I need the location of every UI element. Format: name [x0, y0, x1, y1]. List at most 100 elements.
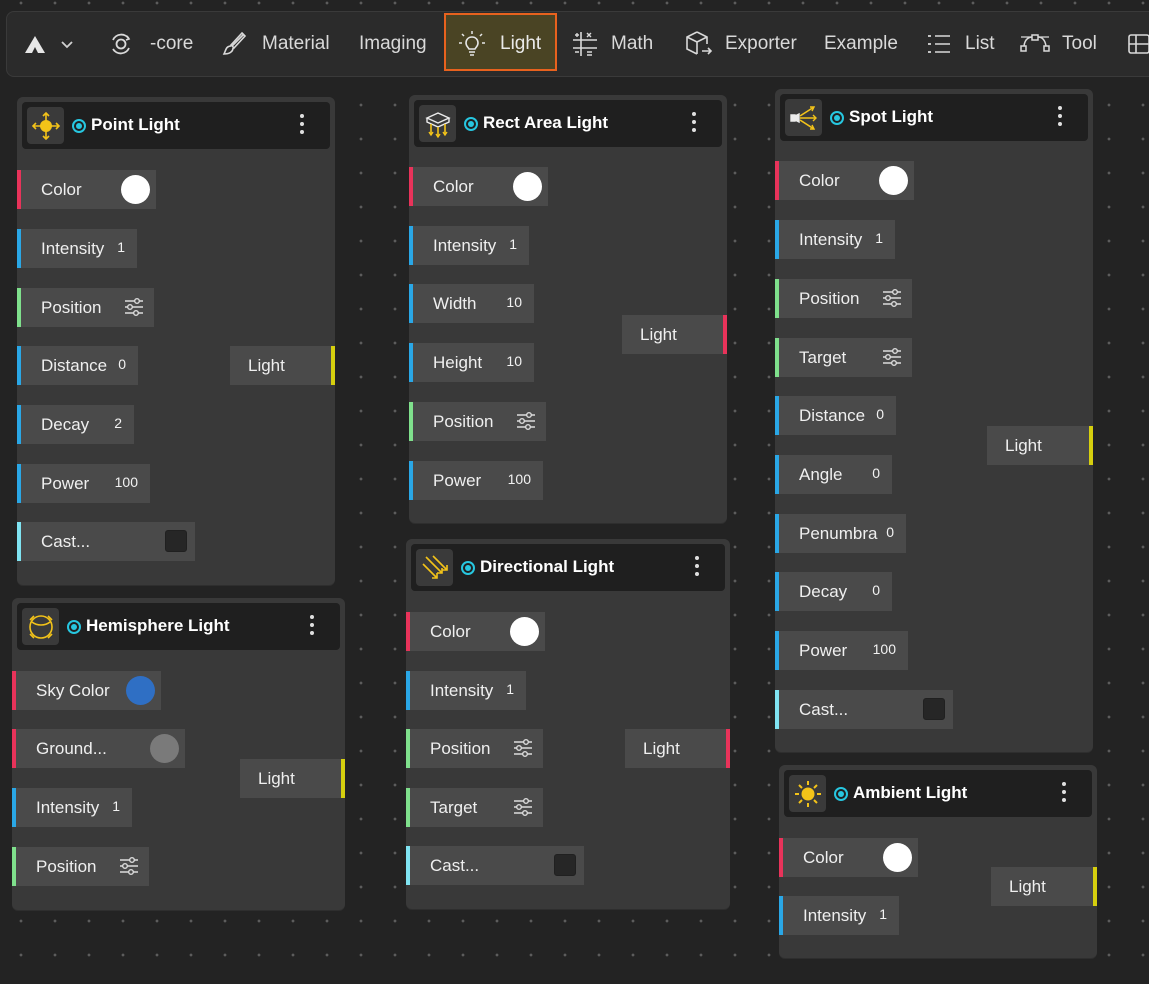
color-input[interactable]: Color [17, 170, 156, 209]
decay-value[interactable]: 0 [872, 582, 880, 598]
width-value[interactable]: 10 [506, 294, 522, 310]
distance-value[interactable]: 0 [118, 356, 126, 372]
light-output[interactable]: Light [991, 867, 1097, 906]
intensity-value[interactable]: 1 [112, 798, 120, 814]
tab-light[interactable]: Light [459, 12, 541, 76]
angle-value[interactable]: 0 [872, 465, 880, 481]
node-header[interactable]: Hemisphere Light [17, 603, 340, 650]
tab-material[interactable]: Material [220, 12, 330, 76]
penumbra-value[interactable]: 0 [886, 524, 894, 540]
light-output[interactable]: Light [987, 426, 1093, 465]
sliders-icon[interactable] [882, 289, 902, 307]
app-logo-menu[interactable] [22, 12, 74, 76]
target-input[interactable]: Target [775, 338, 912, 377]
tab-math[interactable]: Math [572, 12, 653, 76]
more-vertical-icon[interactable] [1058, 106, 1062, 128]
point-light-node[interactable]: Point Light Color Intensity 1 Position D… [17, 97, 335, 585]
cast-shadow-input[interactable]: Cast... [775, 690, 953, 729]
node-header[interactable]: Ambient Light [784, 770, 1092, 817]
tab-exporter[interactable]: Exporter [685, 12, 797, 76]
intensity-value[interactable]: 1 [506, 681, 514, 697]
position-input[interactable]: Position [12, 847, 149, 886]
color-swatch[interactable] [883, 843, 912, 872]
position-input[interactable]: Position [17, 288, 154, 327]
directional-light-node[interactable]: Directional Light Color Intensity 1 Posi… [406, 539, 730, 909]
width-input[interactable]: Width 10 [409, 284, 534, 323]
cast-shadow-checkbox[interactable] [165, 530, 187, 552]
intensity-value[interactable]: 1 [875, 230, 883, 246]
node-header[interactable]: Rect Area Light [414, 100, 722, 147]
target-input[interactable]: Target [406, 788, 543, 827]
intensity-input[interactable]: Intensity 1 [406, 671, 526, 710]
penumbra-input[interactable]: Penumbra 0 [775, 514, 906, 553]
node-header[interactable]: Spot Light [780, 94, 1088, 141]
more-vertical-icon[interactable] [692, 112, 696, 134]
color-input[interactable]: Color [779, 838, 918, 877]
height-value[interactable]: 10 [506, 353, 522, 369]
cast-shadow-input[interactable]: Cast... [406, 846, 584, 885]
power-input[interactable]: Power 100 [775, 631, 908, 670]
height-input[interactable]: Height 10 [409, 343, 534, 382]
position-input[interactable]: Position [406, 729, 543, 768]
distance-value[interactable]: 0 [876, 406, 884, 422]
sliders-icon[interactable] [124, 298, 144, 316]
color-swatch[interactable] [121, 175, 150, 204]
intensity-value[interactable]: 1 [879, 906, 887, 922]
intensity-input[interactable]: Intensity 1 [409, 226, 529, 265]
more-vertical-icon[interactable] [1062, 782, 1066, 804]
ambient-light-node[interactable]: Ambient Light Color Intensity 1 Light [779, 765, 1097, 958]
sliders-icon[interactable] [513, 798, 533, 816]
ground-color-input[interactable]: Ground... [12, 729, 185, 768]
intensity-input[interactable]: Intensity 1 [12, 788, 132, 827]
sky-color-input[interactable]: Sky Color [12, 671, 161, 710]
tab-example[interactable]: Example [824, 12, 898, 76]
cast-shadow-checkbox[interactable] [923, 698, 945, 720]
rect-area-light-node[interactable]: Rect Area Light Color Intensity 1 Width … [409, 95, 727, 523]
angle-input[interactable]: Angle 0 [775, 455, 892, 494]
position-input[interactable]: Position [775, 279, 912, 318]
sky-color-swatch[interactable] [126, 676, 155, 705]
color-swatch[interactable] [513, 172, 542, 201]
tab-tool[interactable]: Tool [1020, 12, 1097, 76]
sliders-icon[interactable] [516, 412, 536, 430]
intensity-value[interactable]: 1 [117, 239, 125, 255]
ground-color-swatch[interactable] [150, 734, 179, 763]
cast-shadow-input[interactable]: Cast... [17, 522, 195, 561]
color-input[interactable]: Color [409, 167, 548, 206]
position-input[interactable]: Position [409, 402, 546, 441]
power-value[interactable]: 100 [508, 471, 531, 487]
sliders-icon[interactable] [513, 739, 533, 757]
decay-value[interactable]: 2 [114, 415, 122, 431]
color-input[interactable]: Color [775, 161, 914, 200]
cast-shadow-checkbox[interactable] [554, 854, 576, 876]
color-swatch[interactable] [510, 617, 539, 646]
distance-input[interactable]: Distance 0 [775, 396, 896, 435]
tab-imaging[interactable]: Imaging [359, 12, 427, 76]
spot-light-node[interactable]: Spot Light Color Intensity 1 Position Ta… [775, 89, 1093, 752]
light-output[interactable]: Light [240, 759, 345, 798]
tab-core[interactable]: -core [108, 12, 193, 76]
tab-list[interactable]: List [927, 12, 995, 76]
more-vertical-icon[interactable] [695, 556, 699, 578]
intensity-value[interactable]: 1 [509, 236, 517, 252]
power-input[interactable]: Power 100 [17, 464, 150, 503]
light-output[interactable]: Light [625, 729, 730, 768]
decay-input[interactable]: Decay 2 [17, 405, 134, 444]
power-value[interactable]: 100 [115, 474, 138, 490]
color-input[interactable]: Color [406, 612, 545, 651]
intensity-input[interactable]: Intensity 1 [779, 896, 899, 935]
more-vertical-icon[interactable] [300, 114, 304, 136]
color-swatch[interactable] [879, 166, 908, 195]
power-value[interactable]: 100 [873, 641, 896, 657]
intensity-input[interactable]: Intensity 1 [17, 229, 137, 268]
sliders-icon[interactable] [119, 857, 139, 875]
more-vertical-icon[interactable] [310, 615, 314, 637]
intensity-input[interactable]: Intensity 1 [775, 220, 895, 259]
light-output[interactable]: Light [230, 346, 335, 385]
sliders-icon[interactable] [882, 348, 902, 366]
decay-input[interactable]: Decay 0 [775, 572, 892, 611]
distance-input[interactable]: Distance 0 [17, 346, 138, 385]
node-header[interactable]: Directional Light [411, 544, 725, 591]
hemisphere-light-node[interactable]: Hemisphere Light Sky Color Ground... Int… [12, 598, 345, 910]
tab-layout[interactable] [1127, 12, 1149, 76]
